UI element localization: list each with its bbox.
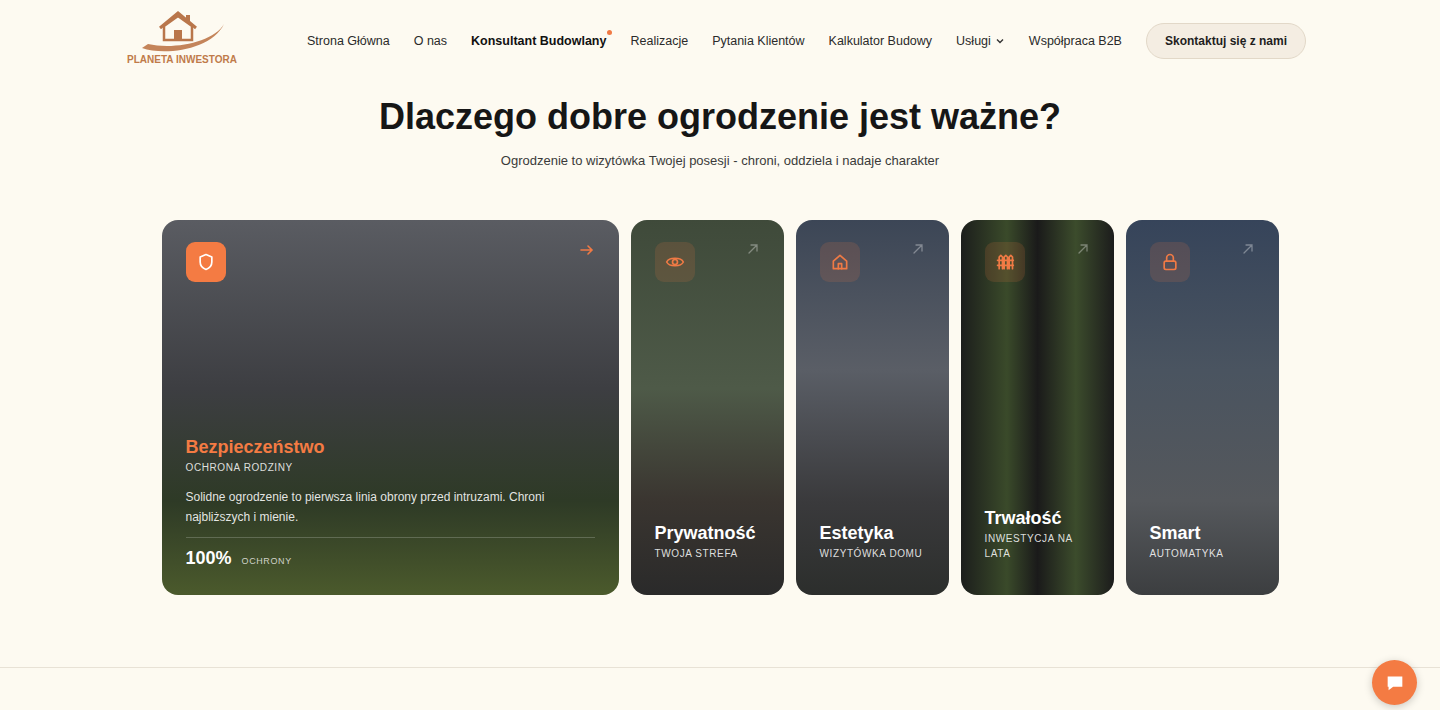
main-nav: Strona Główna O nas Konsultant Budowlany Re… (307, 34, 1122, 48)
nav-item[interactable]: Kalkulator Budowy (829, 34, 933, 48)
feature-card[interactable]: Smart AUTOMATYKA (1126, 220, 1279, 595)
card-title: Smart (1150, 522, 1255, 544)
arrow-right-icon (579, 242, 595, 258)
card-title: Trwałość (985, 507, 1090, 529)
nav-label: Pytania Klientów (712, 34, 804, 48)
card-top (985, 242, 1090, 282)
feature-cards: Bezpieczeństwo OCHRONA RODZINY Solidne ogr… (162, 220, 1279, 595)
feature-card[interactable]: Estetyka WIZYTÓWKA DOMU (796, 220, 949, 595)
contact-button[interactable]: Skontaktuj się z nami (1146, 23, 1306, 59)
logo[interactable]: PLANETA INWESTORA (128, 10, 236, 65)
lock-icon (1150, 242, 1190, 282)
card-body: Prywatność TWOJA STREFA (655, 522, 760, 561)
fence-icon (985, 242, 1025, 282)
nav-label: Realizacje (630, 34, 688, 48)
card-top (1150, 242, 1255, 282)
shield-icon (186, 242, 226, 282)
why-fence-section: Dlaczego dobre ogrodzenie jest ważne? Ogr… (0, 82, 1440, 668)
section-divider (0, 667, 1440, 668)
card-body: TrwałośćINWESTYCJA NA LATA (985, 507, 1090, 561)
nav-item[interactable]: Realizacje (630, 34, 688, 48)
feature-card[interactable]: TrwałośćINWESTYCJA NA LATA (961, 220, 1114, 595)
chevron-down-icon (995, 36, 1005, 46)
nav-badge-dot (607, 30, 612, 35)
stat-label: OCHRONY (242, 556, 292, 566)
card-top (655, 242, 760, 282)
arrow-up-right-icon (911, 242, 925, 256)
section-subtitle: Ogrodzenie to wizytówka Twojej posesji -… (501, 152, 939, 170)
nav-label: Konsultant Budowlany (471, 34, 606, 48)
nav-label: Strona Główna (307, 34, 390, 48)
card-description: Solidne ogrodzenie to pierwsza linia obr… (186, 487, 586, 527)
card-subtitle: TWOJA STREFA (655, 546, 760, 561)
house-icon (820, 242, 860, 282)
nav-label: Usługi (956, 34, 991, 48)
nav-item[interactable]: Pytania Klientów (712, 34, 804, 48)
nav-label: Współpraca B2B (1029, 34, 1122, 48)
nav-label: Kalkulator Budowy (829, 34, 933, 48)
feature-card[interactable]: Bezpieczeństwo OCHRONA RODZINY Solidne ogr… (162, 220, 619, 595)
chat-button[interactable] (1372, 660, 1417, 705)
feature-card[interactable]: Prywatność TWOJA STREFA (631, 220, 784, 595)
card-subtitle: OCHRONA RODZINY (186, 460, 595, 475)
card-subtitle: WIZYTÓWKA DOMU (820, 546, 925, 561)
logo-text: PLANETA INWESTORA (127, 54, 237, 65)
arrow-up-right-icon (1241, 242, 1255, 256)
nav-item[interactable]: Konsultant Budowlany (471, 34, 606, 48)
card-subtitle: AUTOMATYKA (1150, 546, 1255, 561)
eye-icon (655, 242, 695, 282)
card-title: Estetyka (820, 522, 925, 544)
card-title: Prywatność (655, 522, 760, 544)
card-stat: 100% OCHRONY (186, 537, 595, 569)
card-top (820, 242, 925, 282)
chat-bubble-icon (1384, 672, 1406, 694)
stat-value: 100% (186, 548, 232, 569)
card-body: Smart AUTOMATYKA (1150, 522, 1255, 561)
nav-item[interactable]: Strona Główna (307, 34, 390, 48)
nav-item[interactable]: Usługi (956, 34, 1005, 48)
card-subtitle: INWESTYCJA NA LATA (985, 531, 1090, 561)
card-title: Bezpieczeństwo (186, 436, 595, 458)
section-title: Dlaczego dobre ogrodzenie jest ważne? (379, 95, 1061, 139)
nav-item[interactable]: O nas (414, 34, 447, 48)
nav-item[interactable]: Współpraca B2B (1029, 34, 1122, 48)
house-logo-icon (134, 10, 230, 56)
nav-label: O nas (414, 34, 447, 48)
card-body: Estetyka WIZYTÓWKA DOMU (820, 522, 925, 561)
card-body: Bezpieczeństwo OCHRONA RODZINY Solidne ogr… (186, 436, 595, 569)
arrow-up-right-icon (1076, 242, 1090, 256)
card-top (186, 242, 595, 282)
arrow-up-right-icon (746, 242, 760, 256)
page: PLANETA INWESTORA Strona Główna O nas Konsu… (0, 0, 1440, 710)
header: PLANETA INWESTORA Strona Główna O nas Konsu… (0, 0, 1440, 82)
